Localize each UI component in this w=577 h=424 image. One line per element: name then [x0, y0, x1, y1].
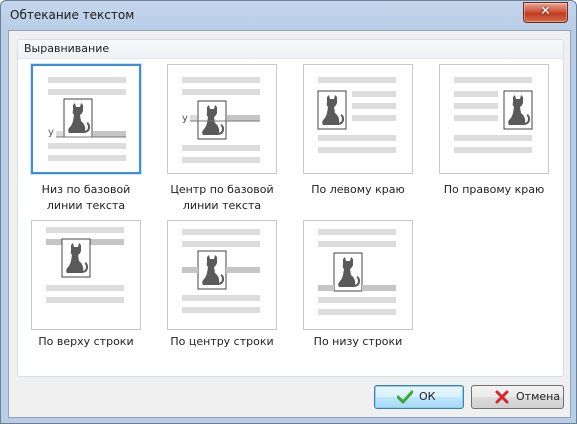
option-preview: y — [167, 64, 277, 174]
option-label: По правому краю — [443, 183, 545, 196]
option-preview — [303, 64, 413, 174]
option-label: По низу строки — [313, 335, 403, 348]
option-preview — [303, 220, 413, 330]
dialog-body: Выравнивание y Низ по базовой линии текс… — [8, 30, 571, 418]
option-preview — [439, 64, 549, 174]
close-button[interactable]: ✕ — [523, 2, 568, 23]
cancel-button[interactable]: Отмена — [471, 385, 564, 409]
ok-button[interactable]: ОК — [374, 385, 464, 409]
preview-line-center — [182, 229, 260, 313]
preview-right-edge — [454, 77, 533, 153]
window-title: Обтекание текстом — [10, 8, 135, 22]
checkmark-icon — [397, 390, 413, 404]
group-header: Выравнивание — [18, 40, 563, 59]
preview-line-top — [46, 227, 124, 303]
option-label: По левому краю — [311, 183, 405, 196]
preview-baseline-center: y — [182, 77, 260, 163]
preview-left-edge — [317, 77, 396, 153]
ok-label: ОК — [419, 390, 436, 403]
option-preview: y — [31, 64, 141, 174]
option-label: По верху строки — [38, 335, 134, 348]
option-label: Центр по базовой линии текста — [170, 183, 274, 212]
option-preview — [31, 220, 141, 330]
glyph-y: y — [182, 113, 188, 124]
cancel-label: Отмена — [516, 390, 561, 403]
group-title: Выравнивание — [24, 42, 110, 55]
dialog-window: Обтекание текстом ✕ Выравнивание y Низ п… — [0, 0, 577, 424]
title-bar: Обтекание текстом ✕ — [1, 1, 576, 31]
glyph-y: y — [48, 127, 54, 138]
option-label: Низ по базовой линии текста — [41, 183, 131, 212]
close-icon: ✕ — [540, 4, 551, 19]
option-label: По центру строки — [170, 335, 274, 348]
preview-line-bottom — [318, 229, 396, 315]
alignment-group: Выравнивание y Низ по базовой линии текс… — [17, 39, 564, 377]
option-preview — [167, 220, 277, 330]
preview-baseline-bottom: y — [48, 77, 126, 161]
cross-icon — [495, 390, 509, 404]
